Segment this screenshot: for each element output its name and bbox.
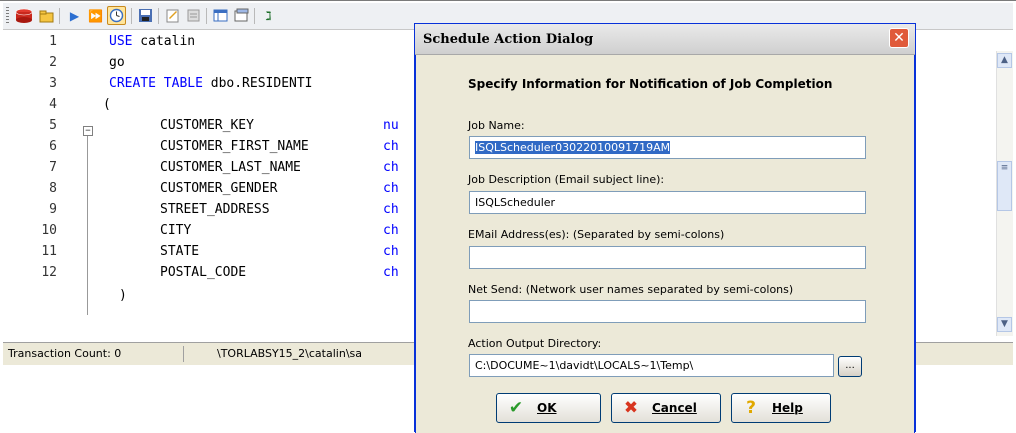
open-icon[interactable] (37, 6, 56, 25)
schedule-icon[interactable] (107, 6, 126, 25)
toolbar-separator (158, 8, 159, 24)
fold-guide (87, 133, 88, 315)
run-all-icon[interactable]: ⏩ (86, 6, 105, 25)
code-line: CREATE TABLE dbo.RESIDENTI (109, 76, 313, 91)
run-icon[interactable]: ▶ (65, 6, 84, 25)
job-name-label: Job Name: (468, 119, 525, 132)
line-number: 5 (49, 118, 57, 133)
column-name: CUSTOMER_FIRST_NAME (160, 139, 309, 154)
edit-icon[interactable] (163, 6, 182, 25)
line-number: 9 (49, 202, 57, 217)
output-directory-label: Action Output Directory: (468, 337, 602, 350)
database-icon[interactable] (13, 6, 35, 25)
line-number: 3 (49, 76, 57, 91)
dialog-titlebar[interactable]: Schedule Action Dialog ✕ (415, 24, 915, 55)
column-name: CUSTOMER_GENDER (160, 181, 278, 196)
output-directory-field[interactable]: C:\DOCUME~1\davidt\LOCALS~1\Temp\ (469, 354, 834, 377)
email-field[interactable] (469, 246, 866, 269)
scroll-down-icon[interactable]: ▼ (997, 317, 1012, 332)
vertical-scrollbar[interactable]: ▲ ≡ ▼ (996, 51, 1013, 336)
column-type: ch (383, 223, 399, 238)
transaction-count: Transaction Count: 0 (8, 347, 122, 360)
column-type: ch (383, 265, 399, 280)
close-icon[interactable]: ✕ (889, 28, 909, 48)
email-label: EMail Address(es): (Separated by semi-co… (468, 228, 725, 241)
column-type: ch (383, 139, 399, 154)
grid-icon[interactable] (211, 6, 230, 25)
code-line: ( (103, 97, 111, 112)
column-type: ch (383, 202, 399, 217)
scroll-thumb[interactable]: ≡ (997, 161, 1012, 211)
disabled-icon[interactable] (184, 6, 203, 25)
line-number: 11 (41, 244, 57, 259)
cancel-x-icon: ✖ (623, 398, 639, 418)
dialog-title: Schedule Action Dialog (423, 32, 594, 47)
checkmark-icon: ✔ (508, 398, 524, 418)
status-divider (183, 346, 184, 362)
save-icon[interactable] (136, 6, 155, 25)
job-description-field[interactable]: ISQLScheduler (469, 191, 866, 214)
results-icon[interactable] (232, 6, 251, 25)
browse-button[interactable]: ... (838, 356, 862, 377)
column-type: ch (383, 244, 399, 259)
collapse-icon[interactable]: − (83, 126, 93, 136)
line-number: 10 (41, 223, 57, 238)
line-number: 6 (49, 139, 57, 154)
column-name: CUSTOMER_KEY (160, 118, 254, 133)
toolbar-separator (131, 8, 132, 24)
toolbar-separator (59, 8, 60, 24)
job-description-label: Job Description (Email subject line): (468, 173, 665, 186)
column-type: ch (383, 160, 399, 175)
line-number: 12 (41, 265, 57, 280)
help-button[interactable]: ? Help (731, 393, 831, 423)
column-name: CUSTOMER_LAST_NAME (160, 160, 301, 175)
line-number: 1 (49, 34, 57, 49)
net-send-label: Net Send: (Network user names separated … (468, 283, 794, 296)
column-name: CITY (160, 223, 192, 238)
line-number: 4 (49, 97, 57, 112)
line-number: 2 (49, 55, 57, 70)
net-send-field[interactable] (469, 300, 866, 323)
column-type: ch (383, 181, 399, 196)
column-name: STATE (160, 244, 200, 259)
connection-info: \TORLABSY15_2\catalin\sa (217, 347, 362, 360)
toolbar-grip[interactable] (6, 7, 9, 25)
cancel-button[interactable]: ✖ Cancel (611, 393, 721, 423)
line-number: 8 (49, 181, 57, 196)
code-line: USE catalin (109, 34, 196, 49)
dialog-heading: Specify Information for Notification of … (468, 77, 833, 91)
dialog-body: Specify Information for Notification of … (415, 55, 915, 433)
code-line: go (109, 55, 125, 70)
toolbar-separator (206, 8, 207, 24)
job-name-field[interactable]: ISQLScheduler03022010091719AM (469, 136, 866, 159)
toolbar-separator (254, 8, 255, 24)
question-icon: ? (746, 398, 756, 418)
column-name: STREET_ADDRESS (160, 202, 270, 217)
line-number: 7 (49, 160, 57, 175)
column-name: POSTAL_CODE (160, 265, 247, 280)
code-line: ) (119, 288, 127, 303)
ok-button[interactable]: ✔ OK (496, 393, 601, 423)
scroll-up-icon[interactable]: ▲ (997, 53, 1012, 68)
help-icon[interactable]: ℷ (259, 6, 278, 25)
schedule-action-dialog: Schedule Action Dialog ✕ Specify Informa… (414, 23, 916, 433)
column-type: nu (383, 118, 399, 133)
